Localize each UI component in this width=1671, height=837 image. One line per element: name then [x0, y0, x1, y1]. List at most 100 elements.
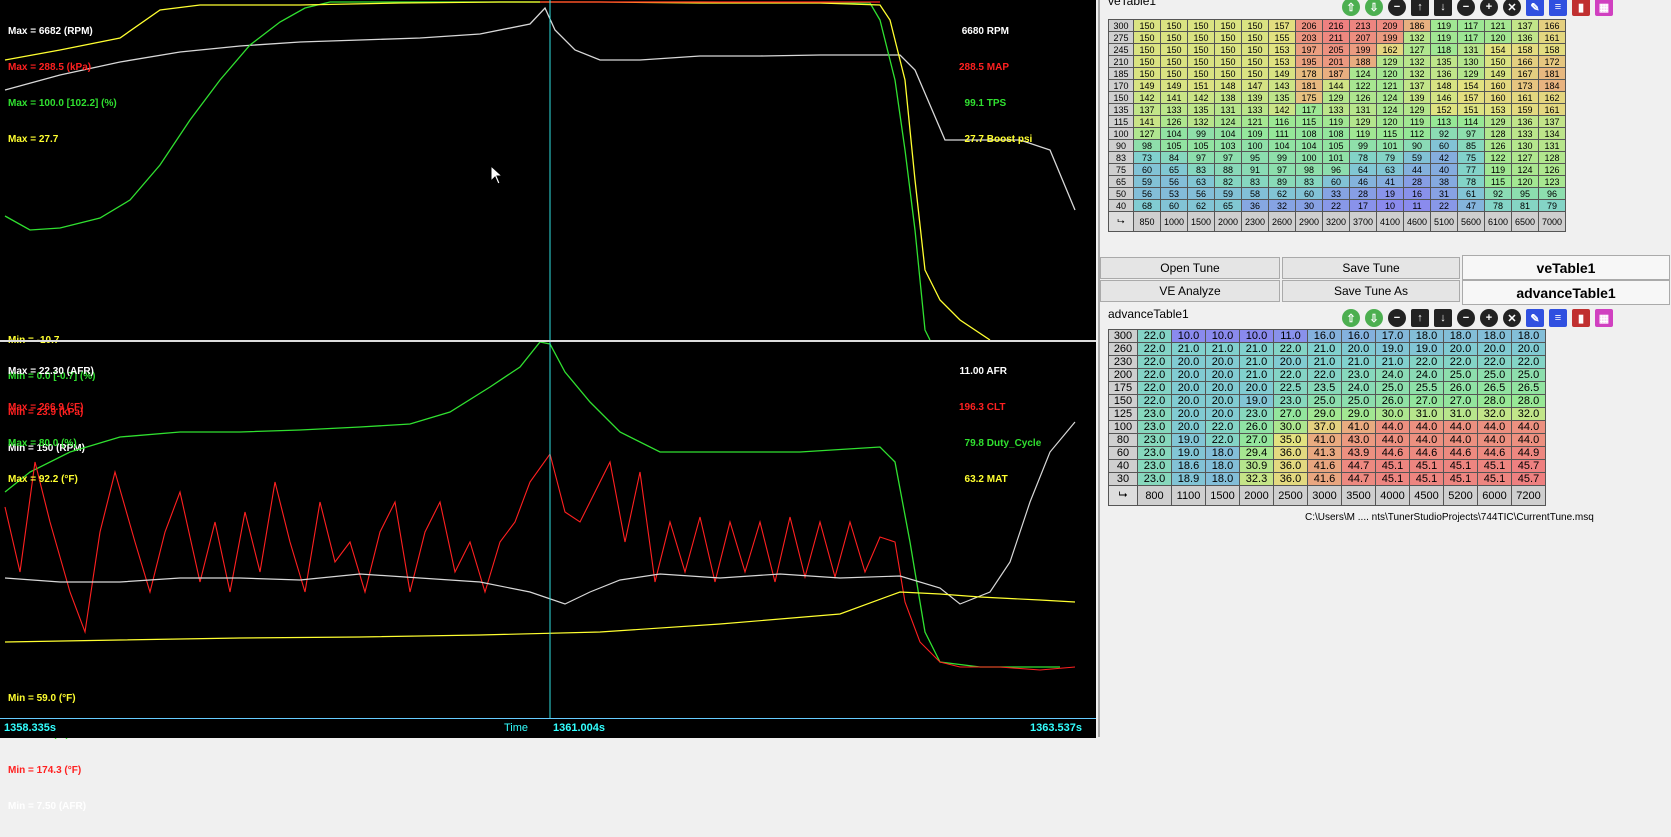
row-axis-label[interactable]: 135	[1108, 103, 1134, 116]
table-cell[interactable]: 78	[1349, 151, 1377, 164]
table-cell[interactable]: 73	[1133, 151, 1161, 164]
table-cell[interactable]: 159	[1511, 103, 1539, 116]
table-cell[interactable]: 44.6	[1409, 446, 1444, 460]
table-cell[interactable]: 120	[1376, 67, 1404, 80]
table-cell[interactable]: 23.0	[1137, 446, 1172, 460]
table-cell[interactable]: 172	[1538, 55, 1566, 68]
table-cell[interactable]: 45.1	[1375, 472, 1410, 486]
table-cell[interactable]: 150	[1241, 67, 1269, 80]
table-cell[interactable]: 178	[1295, 67, 1323, 80]
table-cell[interactable]: 31.0	[1409, 407, 1444, 421]
table-cell[interactable]: 141	[1133, 115, 1161, 128]
column-axis-label[interactable]: 3700	[1349, 211, 1377, 232]
table-cell[interactable]: 19.0	[1171, 446, 1206, 460]
table-cell[interactable]: 120	[1376, 115, 1404, 128]
table-cell[interactable]: 150	[1214, 67, 1242, 80]
down-green-icon[interactable]: ⇩	[1365, 0, 1383, 16]
close-icon[interactable]: ✕	[1503, 309, 1521, 327]
table-cell[interactable]: 19.0	[1239, 394, 1274, 408]
table-cell[interactable]: 122	[1349, 79, 1377, 92]
table-cell[interactable]: 60	[1160, 199, 1188, 212]
table-cell[interactable]: 89	[1268, 175, 1296, 188]
table-cell[interactable]: 44.0	[1443, 420, 1478, 434]
table-cell[interactable]: 24.0	[1375, 368, 1410, 382]
table-cell[interactable]: 150	[1214, 19, 1242, 32]
table-cell[interactable]: 17.0	[1375, 329, 1410, 343]
table-cell[interactable]: 146	[1430, 91, 1458, 104]
table-cell[interactable]: 21.0	[1239, 342, 1274, 356]
table-cell[interactable]: 90	[1403, 139, 1431, 152]
row-axis-label[interactable]: 100	[1108, 127, 1134, 140]
table-cell[interactable]: 56	[1133, 187, 1161, 200]
table-cell[interactable]: 153	[1268, 55, 1296, 68]
table-cell[interactable]: 11	[1403, 199, 1431, 212]
down-green-icon[interactable]: ⇩	[1365, 309, 1383, 327]
column-axis-label[interactable]: 2300	[1241, 211, 1269, 232]
table-cell[interactable]: 133	[1322, 103, 1350, 116]
row-axis-label[interactable]: 125	[1108, 407, 1138, 421]
table-cell[interactable]: 59	[1214, 187, 1242, 200]
table-cell[interactable]: 129	[1349, 115, 1377, 128]
plus-icon[interactable]: +	[1480, 309, 1498, 327]
table-cell[interactable]: 150	[1187, 67, 1215, 80]
column-axis-label[interactable]: 4500	[1409, 485, 1444, 506]
table-cell[interactable]: 22.0	[1409, 355, 1444, 369]
table-cell[interactable]: 149	[1268, 67, 1296, 80]
table-cell[interactable]: 20.0	[1171, 381, 1206, 395]
table-cell[interactable]: 44.0	[1477, 420, 1512, 434]
table-cell[interactable]: 32.0	[1477, 407, 1512, 421]
table-cell[interactable]: 99	[1268, 151, 1296, 164]
table-cell[interactable]: 23.0	[1137, 459, 1172, 473]
table-cell[interactable]: 108	[1322, 127, 1350, 140]
table-cell[interactable]: 44.0	[1409, 433, 1444, 447]
table-cell[interactable]: 42	[1430, 151, 1458, 164]
table-cell[interactable]: 43.9	[1341, 446, 1376, 460]
column-axis-label[interactable]: 5600	[1457, 211, 1485, 232]
table-cell[interactable]: 75	[1457, 151, 1485, 164]
table-cell[interactable]: 77	[1457, 163, 1485, 176]
table-cell[interactable]: 149	[1160, 79, 1188, 92]
arrow-up-icon[interactable]: ↑	[1411, 0, 1429, 16]
table-cell[interactable]: 150	[1160, 43, 1188, 56]
table-cell[interactable]: 83	[1187, 163, 1215, 176]
table-cell[interactable]: 150	[1133, 19, 1161, 32]
bars-icon[interactable]: ▮	[1572, 309, 1590, 327]
table-cell[interactable]: 120	[1511, 175, 1539, 188]
pen-icon[interactable]: ✎	[1526, 309, 1544, 327]
table-cell[interactable]: 117	[1295, 103, 1323, 116]
table-cell[interactable]: 142	[1187, 91, 1215, 104]
table-cell[interactable]: 114	[1457, 115, 1485, 128]
column-axis-label[interactable]: 2000	[1239, 485, 1274, 506]
table-cell[interactable]: 135	[1187, 103, 1215, 116]
table-cell[interactable]: 104	[1160, 127, 1188, 140]
table-cell[interactable]: 23.0	[1137, 472, 1172, 486]
table-cell[interactable]: 105	[1160, 139, 1188, 152]
row-axis-label[interactable]: 150	[1108, 394, 1138, 408]
row-axis-label[interactable]: 150	[1108, 91, 1134, 104]
column-axis-label[interactable]: 800	[1137, 485, 1172, 506]
table-cell[interactable]: 45.1	[1409, 472, 1444, 486]
table-cell[interactable]: 10.0	[1171, 329, 1206, 343]
table-cell[interactable]: 18.0	[1443, 329, 1478, 343]
column-axis-label[interactable]: 1500	[1187, 211, 1215, 232]
table-cell[interactable]: 32.3	[1239, 472, 1274, 486]
table-cell[interactable]: 91	[1241, 163, 1269, 176]
table-cell[interactable]: 97	[1457, 127, 1485, 140]
table-cell[interactable]: 31.0	[1443, 407, 1478, 421]
table-cell[interactable]: 121	[1484, 19, 1512, 32]
row-axis-label[interactable]: 50	[1108, 187, 1134, 200]
table-cell[interactable]: 44.0	[1477, 433, 1512, 447]
table-cell[interactable]: 45.1	[1477, 459, 1512, 473]
table-cell[interactable]: 20.0	[1171, 394, 1206, 408]
table-cell[interactable]: 41	[1376, 175, 1404, 188]
table-cell[interactable]: 149	[1133, 79, 1161, 92]
table-cell[interactable]: 61	[1457, 187, 1485, 200]
table-cell[interactable]: 21.0	[1307, 342, 1342, 356]
table-cell[interactable]: 150	[1160, 55, 1188, 68]
table-cell[interactable]: 10.0	[1239, 329, 1274, 343]
table-cell[interactable]: 21.0	[1341, 355, 1376, 369]
table-cell[interactable]: 20.0	[1205, 381, 1240, 395]
table-cell[interactable]: 44.6	[1375, 446, 1410, 460]
table-cell[interactable]: 96	[1322, 163, 1350, 176]
table-cell[interactable]: 137	[1403, 79, 1431, 92]
